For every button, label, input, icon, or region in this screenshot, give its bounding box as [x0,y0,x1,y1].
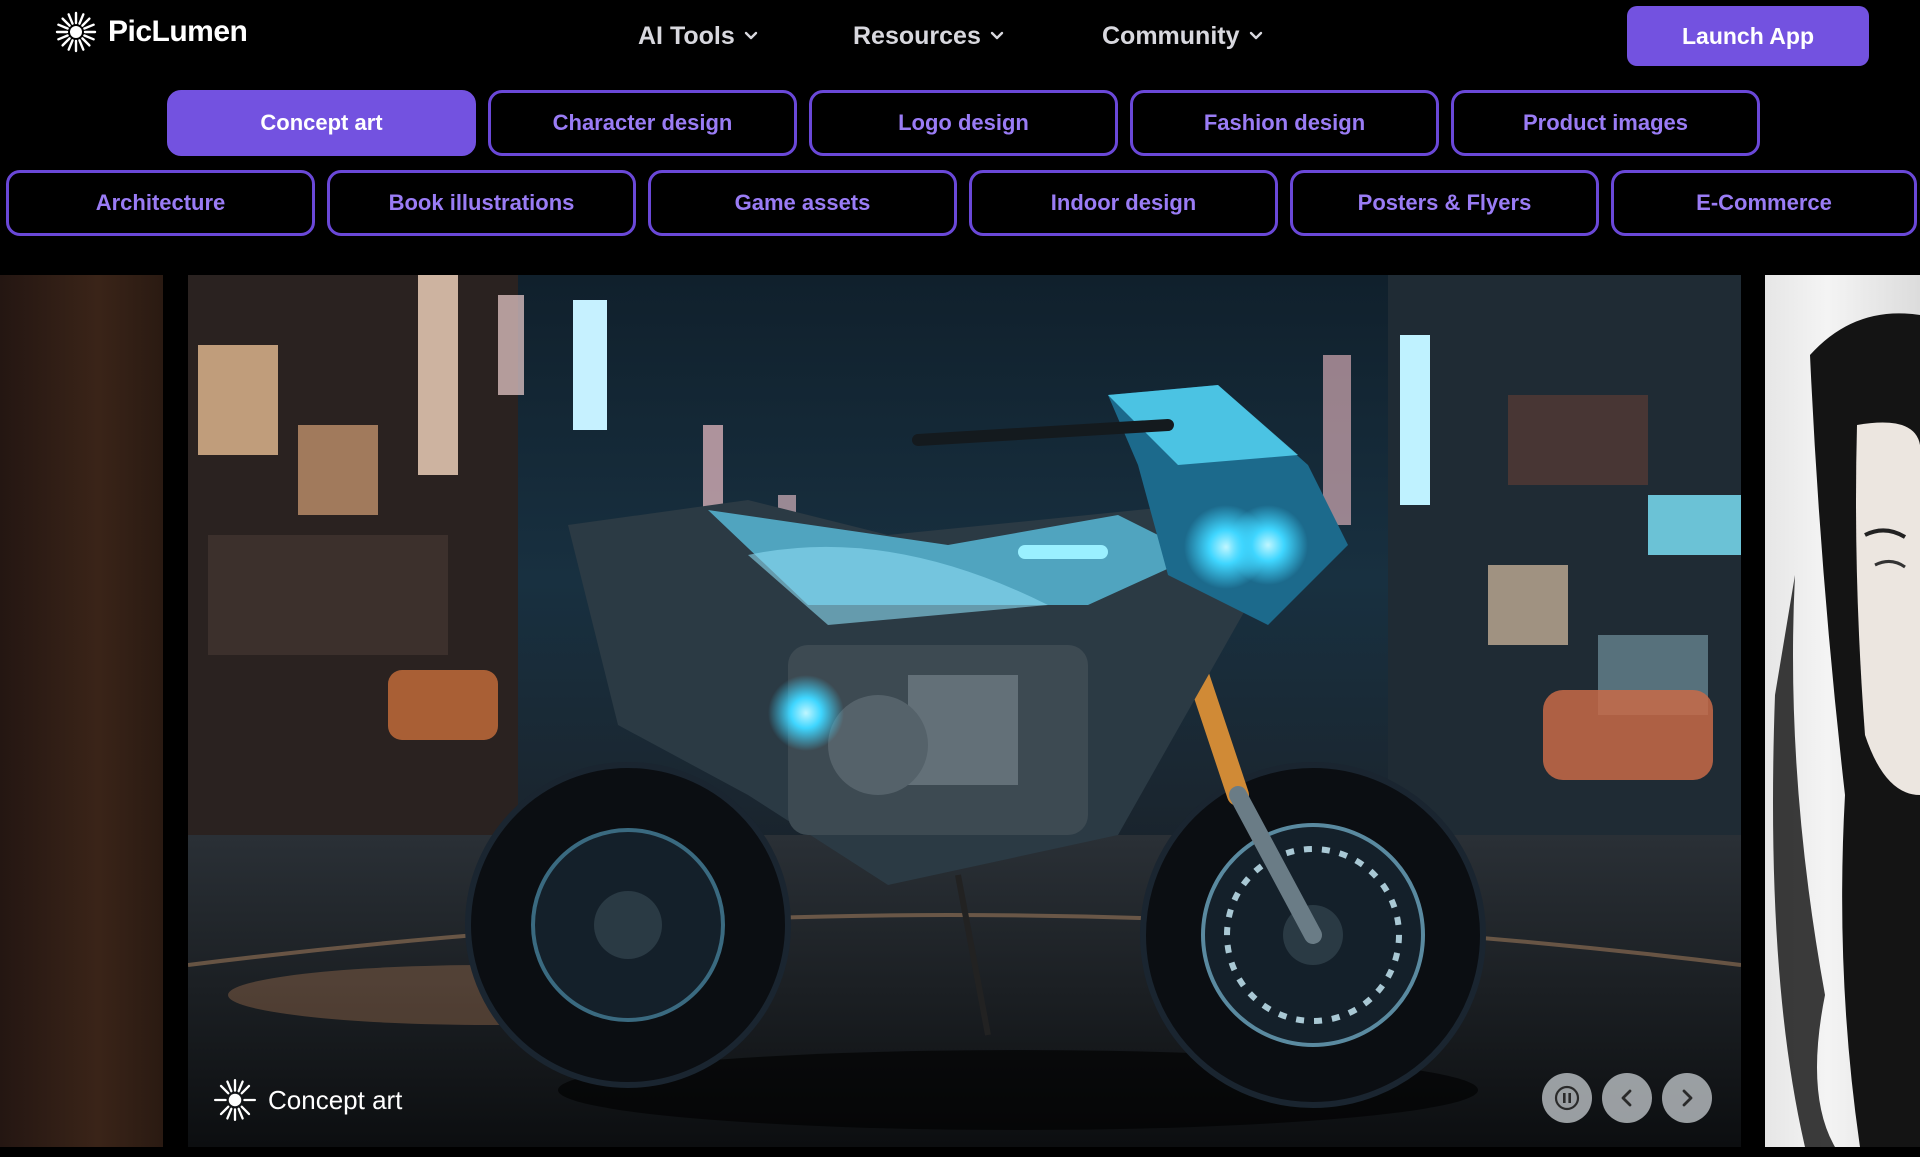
carousel-slide-image [188,275,1741,1147]
chip-e-commerce[interactable]: E-Commerce [1611,170,1917,236]
chip-game-assets[interactable]: Game assets [648,170,957,236]
chip-book-illustrations[interactable]: Book illustrations [327,170,636,236]
next-slide-button[interactable] [1662,1073,1712,1123]
chevron-left-icon [1621,1089,1632,1107]
chevron-right-icon [1682,1089,1693,1107]
chip-architecture[interactable]: Architecture [6,170,315,236]
nav-resources[interactable]: Resources [853,14,1005,58]
nav-community[interactable]: Community [1102,14,1264,58]
image-carousel: Concept art [0,275,1920,1147]
portrait-sketch [1773,313,1920,1147]
chip-fashion-design[interactable]: Fashion design [1130,90,1439,156]
chip-product-images[interactable]: Product images [1451,90,1760,156]
sparkle-icon [213,1078,257,1122]
launch-app-button[interactable]: Launch App [1627,6,1869,66]
chip-posters-flyers[interactable]: Posters & Flyers [1290,170,1599,236]
chip-concept-art[interactable]: Concept art [167,90,476,156]
chip-character-design[interactable]: Character design [488,90,797,156]
previous-slide-peek[interactable] [0,275,163,1147]
slide-caption: Concept art [212,1077,402,1123]
chevron-down-icon [1249,31,1262,40]
chevron-down-icon [990,31,1004,40]
top-nav: PicLumen AI Tools Resources Community La… [0,0,1920,72]
chip-logo-design[interactable]: Logo design [809,90,1118,156]
previous-slide-button[interactable] [1602,1073,1652,1123]
nav-item-label: Resources [853,21,981,50]
nav-item-label: AI Tools [638,21,735,50]
motorcycle-scene [188,275,1741,1147]
nav-ai-tools[interactable]: AI Tools [638,14,759,58]
chip-indoor-design[interactable]: Indoor design [969,170,1278,236]
nav-item-label: Community [1102,21,1240,50]
chevron-down-icon [744,31,757,40]
pause-button[interactable] [1542,1073,1592,1123]
pause-icon [1554,1085,1580,1111]
next-slide-peek[interactable] [1765,275,1920,1147]
slide-caption-text: Concept art [268,1084,403,1115]
